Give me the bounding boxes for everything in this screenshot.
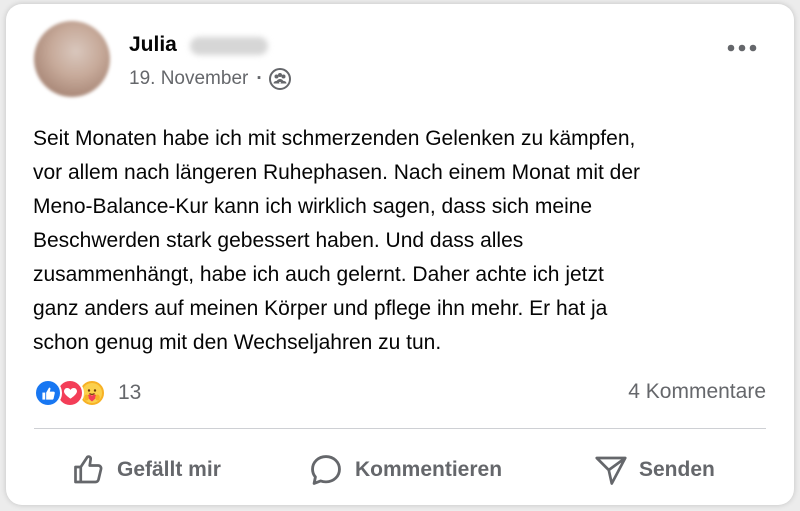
post-text-line: zusammenhängt, habe ich auch gelernt. Da… <box>33 263 604 286</box>
comment-button-label: Kommentieren <box>355 458 503 481</box>
comments-count[interactable]: 4 Kommentare <box>628 380 766 404</box>
send-button[interactable]: Senden <box>593 447 715 493</box>
more-options-button[interactable] <box>722 34 762 62</box>
thumbs-up-icon <box>74 455 103 484</box>
post-card: Julia 19. November · Seit Monaten habe i… <box>6 4 794 505</box>
post-text: Seit Monaten habe ich mit schmerzenden G… <box>33 122 773 360</box>
post-text-line: vor allem nach längeren Ruhephasen. Nach… <box>33 161 641 184</box>
reaction-count: 13 <box>118 381 142 404</box>
more-horizontal-icon <box>727 44 757 52</box>
comment-icon <box>311 455 341 485</box>
author-surname-redacted <box>190 37 268 55</box>
avatar[interactable] <box>34 21 110 97</box>
post-meta: 19. November · <box>129 67 291 91</box>
reactions-summary[interactable]: 13 <box>34 377 141 409</box>
post-text-line: Meno-Balance-Kur kann ich wirklich sagen… <box>33 195 593 218</box>
post-date[interactable]: 19. November <box>129 68 248 90</box>
send-button-label: Senden <box>639 458 715 481</box>
friends-icon[interactable] <box>268 68 291 90</box>
author-name[interactable]: Julia <box>129 33 177 57</box>
action-bar: Gefällt mir Kommentieren Senden <box>6 447 794 493</box>
send-icon <box>595 456 627 485</box>
post-text-line: Seit Monaten habe ich mit schmerzenden G… <box>33 127 636 150</box>
like-reaction-icon <box>34 379 62 407</box>
post-text-line: schon genug mit den Wechseljahren zu tun… <box>33 331 442 354</box>
like-button[interactable]: Gefällt mir <box>71 447 221 493</box>
meta-separator: · <box>256 68 263 89</box>
post-text-line: Beschwerden stark gebessert haben. Und d… <box>33 229 524 252</box>
like-button-label: Gefällt mir <box>117 458 221 481</box>
divider <box>34 428 766 429</box>
post-text-line: ganz anders auf meinen Körper und pflege… <box>33 297 608 320</box>
comment-button[interactable]: Kommentieren <box>307 447 502 493</box>
